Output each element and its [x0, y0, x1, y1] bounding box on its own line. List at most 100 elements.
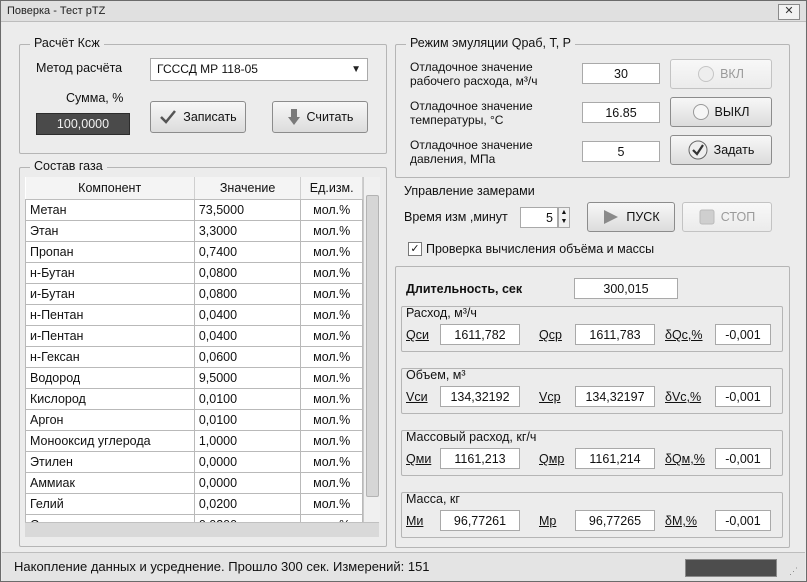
- table-row[interactable]: н-Пентан 0,0400 мол.%: [25, 304, 363, 326]
- volume-vsi-label: Vси: [406, 390, 428, 404]
- table-row[interactable]: Этилен 0,0000 мол.%: [25, 451, 363, 473]
- resize-grip-icon[interactable]: ⋰: [789, 566, 801, 578]
- value-cell[interactable]: 1,0000: [193, 430, 302, 452]
- mass-mr-label: Мр: [539, 514, 557, 528]
- massflow-delta-label: δQм,%: [665, 452, 705, 466]
- massflow-qmi-value: 1161,213: [440, 448, 520, 469]
- value-cell[interactable]: 0,0600: [193, 346, 302, 368]
- close-button[interactable]: ✕: [778, 4, 800, 20]
- close-icon: ✕: [784, 5, 794, 17]
- flow-delta-label: δQс,%: [665, 328, 703, 342]
- gas-table-hscrollbar[interactable]: [25, 522, 379, 537]
- on-button[interactable]: ВКЛ: [670, 59, 772, 89]
- table-row[interactable]: Метан 73,5000 мол.%: [25, 199, 363, 221]
- table-row[interactable]: Кислород 0,0100 мол.%: [25, 388, 363, 410]
- mass-mi-value: 96,77261: [440, 510, 520, 531]
- gas-table-vscrollbar[interactable]: [363, 177, 380, 522]
- value-cell[interactable]: 0,0200: [193, 493, 302, 515]
- scrollbar-thumb[interactable]: [366, 195, 379, 497]
- flow-debug-label: Отладочное значение рабочего расхода, м³…: [410, 60, 538, 88]
- component-cell: Аргон: [25, 409, 195, 431]
- set-button[interactable]: Задать: [670, 135, 772, 165]
- mass-mr-value: 96,77265: [575, 510, 655, 531]
- value-cell[interactable]: 0,0800: [193, 283, 302, 305]
- component-cell: Монооксид углерода: [25, 430, 195, 452]
- volume-mass-check-checkbox[interactable]: ✓: [408, 242, 422, 256]
- value-cell[interactable]: 0,0000: [193, 451, 302, 473]
- unit-cell: мол.%: [300, 262, 363, 284]
- value-cell[interactable]: 9,5000: [193, 367, 302, 389]
- client-area: Расчёт Ксж Метод расчёта ГСССД МР 118-05…: [2, 22, 805, 552]
- table-row[interactable]: Водород 9,5000 мол.%: [25, 367, 363, 389]
- value-cell[interactable]: 3,3000: [193, 220, 302, 242]
- measure-time-label: Время изм ,минут: [404, 210, 508, 224]
- column-header-unit[interactable]: Ед.изм.: [300, 177, 363, 200]
- component-cell: Этан: [25, 220, 195, 242]
- value-cell[interactable]: 0,0000: [193, 472, 302, 494]
- off-button[interactable]: ВЫКЛ: [670, 97, 772, 127]
- temperature-debug-field[interactable]: 16.85: [582, 102, 660, 123]
- table-row[interactable]: Гелий 0,0200 мол.%: [25, 493, 363, 515]
- mass-delta-value: -0,001: [715, 510, 771, 531]
- measure-time-spinner[interactable]: ▲ ▼: [558, 207, 570, 228]
- title-bar: Поверка - Тест pTZ ✕: [1, 1, 806, 22]
- measure-control-title: Управление замерами: [404, 184, 535, 198]
- start-button[interactable]: ПУСК: [587, 202, 675, 232]
- volume-delta-label: δVс,%: [665, 390, 702, 404]
- table-row[interactable]: Аргон 0,0100 мол.%: [25, 409, 363, 431]
- value-cell[interactable]: 0,7400: [193, 241, 302, 263]
- unit-cell: мол.%: [300, 430, 363, 452]
- column-header-component[interactable]: Компонент: [25, 177, 195, 200]
- table-row[interactable]: Пропан 0,7400 мол.%: [25, 241, 363, 263]
- measure-time-field[interactable]: 5: [520, 207, 558, 228]
- read-button[interactable]: Считать: [272, 101, 368, 133]
- table-row[interactable]: н-Бутан 0,0800 мол.%: [25, 262, 363, 284]
- volume-vsi-value: 134,32192: [440, 386, 520, 407]
- massflow-qmi-label: Qми: [406, 452, 432, 466]
- value-cell[interactable]: 73,5000: [193, 199, 302, 221]
- unit-cell: мол.%: [300, 199, 363, 221]
- unit-cell: мол.%: [300, 388, 363, 410]
- status-text: Накопление данных и усреднение. Прошло 3…: [14, 559, 430, 574]
- volume-mass-check-label: Проверка вычисления объёма и массы: [426, 242, 655, 256]
- start-button-label: ПУСК: [626, 210, 660, 224]
- table-row[interactable]: н-Гексан 0,0600 мол.%: [25, 346, 363, 368]
- table-row[interactable]: Монооксид углерода 1,0000 мол.%: [25, 430, 363, 452]
- table-row[interactable]: Этан 3,3000 мол.%: [25, 220, 363, 242]
- unit-cell: мол.%: [300, 346, 363, 368]
- volume-delta-value: -0,001: [715, 386, 771, 407]
- status-progress-bar: [685, 559, 777, 577]
- value-cell[interactable]: 0,0400: [193, 304, 302, 326]
- value-cell[interactable]: 0,0100: [193, 388, 302, 410]
- radio-circle-icon: [692, 104, 709, 120]
- flow-qsi-label: Qси: [406, 328, 429, 342]
- arrow-down-icon: [287, 109, 300, 125]
- sum-label: Сумма, %: [66, 91, 124, 105]
- status-bar: Накопление данных и усреднение. Прошло 3…: [2, 552, 805, 581]
- flow-qsr-value: 1611,783: [575, 324, 655, 345]
- radio-circle-icon: [698, 66, 715, 82]
- stop-button[interactable]: СТОП: [682, 202, 772, 232]
- table-row[interactable]: и-Бутан 0,0800 мол.%: [25, 283, 363, 305]
- method-select[interactable]: ГСССД МР 118-05 ▼: [150, 58, 368, 81]
- main-window: Поверка - Тест pTZ ✕ Расчёт Ксж Метод ра…: [0, 0, 807, 582]
- method-select-value: ГСССД МР 118-05: [157, 62, 258, 76]
- massflow-qmr-value: 1161,214: [575, 448, 655, 469]
- value-cell[interactable]: 0,0100: [193, 409, 302, 431]
- component-cell: Водород: [25, 367, 195, 389]
- flow-qsr-label: Qср: [539, 328, 562, 342]
- pressure-debug-field[interactable]: 5: [582, 141, 660, 162]
- table-row[interactable]: и-Пентан 0,0400 мол.%: [25, 325, 363, 347]
- duration-label: Длительность, сек: [406, 282, 523, 296]
- write-button-label: Записать: [183, 110, 237, 124]
- temperature-debug-label: Отладочное значение температуры, °С: [410, 99, 533, 127]
- column-header-value[interactable]: Значение: [194, 177, 302, 200]
- value-cell[interactable]: 0,0800: [193, 262, 302, 284]
- flow-debug-field[interactable]: 30: [582, 63, 660, 84]
- value-cell[interactable]: 0,0400: [193, 325, 302, 347]
- massflow-result-title: Массовый расход, кг/ч: [406, 430, 537, 444]
- write-button[interactable]: Записать: [150, 101, 246, 133]
- flow-result-title: Расход, м³/ч: [406, 306, 477, 320]
- table-row[interactable]: Аммиак 0,0000 мол.%: [25, 472, 363, 494]
- unit-cell: мол.%: [300, 472, 363, 494]
